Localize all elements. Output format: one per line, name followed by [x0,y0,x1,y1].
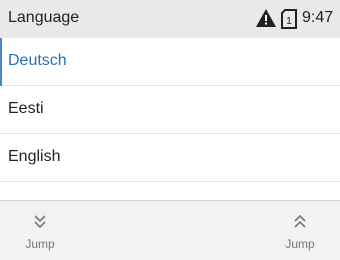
list-item-english[interactable]: English [0,134,340,182]
sim-card-icon: 1 [281,9,297,29]
jump-down-button[interactable]: Jump [10,213,70,251]
jump-up-label: Jump [285,237,315,251]
warning-icon [256,9,276,27]
selection-indicator [0,38,2,86]
clock-time: 9:47 [302,9,334,26]
page-title: Language [8,9,80,26]
list-item-eesti[interactable]: Eesti [0,86,340,134]
language-list: Deutsch Eesti English [0,38,340,182]
list-item-label: Deutsch [8,52,67,69]
sim-number: 1 [286,16,292,27]
list-item-label: English [8,148,61,165]
status-bar: Language 1 9:47 [0,0,340,38]
list-item-label: Eesti [8,100,44,117]
chevron-double-down-icon [34,215,46,229]
footer-bar: Jump Jump [0,200,340,260]
jump-down-label: Jump [25,237,55,251]
chevron-double-up-icon [294,214,306,228]
jump-up-button[interactable]: Jump [270,213,330,251]
list-item-deutsch[interactable]: Deutsch [0,38,340,86]
